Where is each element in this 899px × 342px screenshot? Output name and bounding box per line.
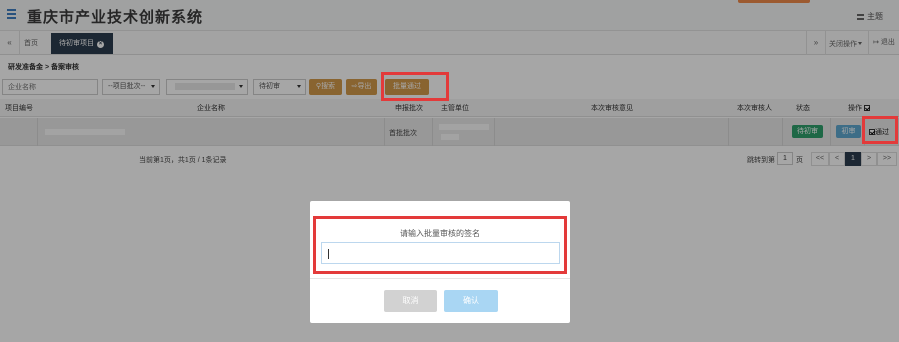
- highlight-batch-pass: [381, 72, 449, 101]
- highlight-signature-dialog: [313, 216, 567, 274]
- cancel-button[interactable]: 取消: [384, 290, 437, 312]
- dialog-divider: [310, 278, 570, 279]
- highlight-pass-checkbox: [862, 116, 898, 144]
- confirm-button[interactable]: 确认: [444, 290, 498, 312]
